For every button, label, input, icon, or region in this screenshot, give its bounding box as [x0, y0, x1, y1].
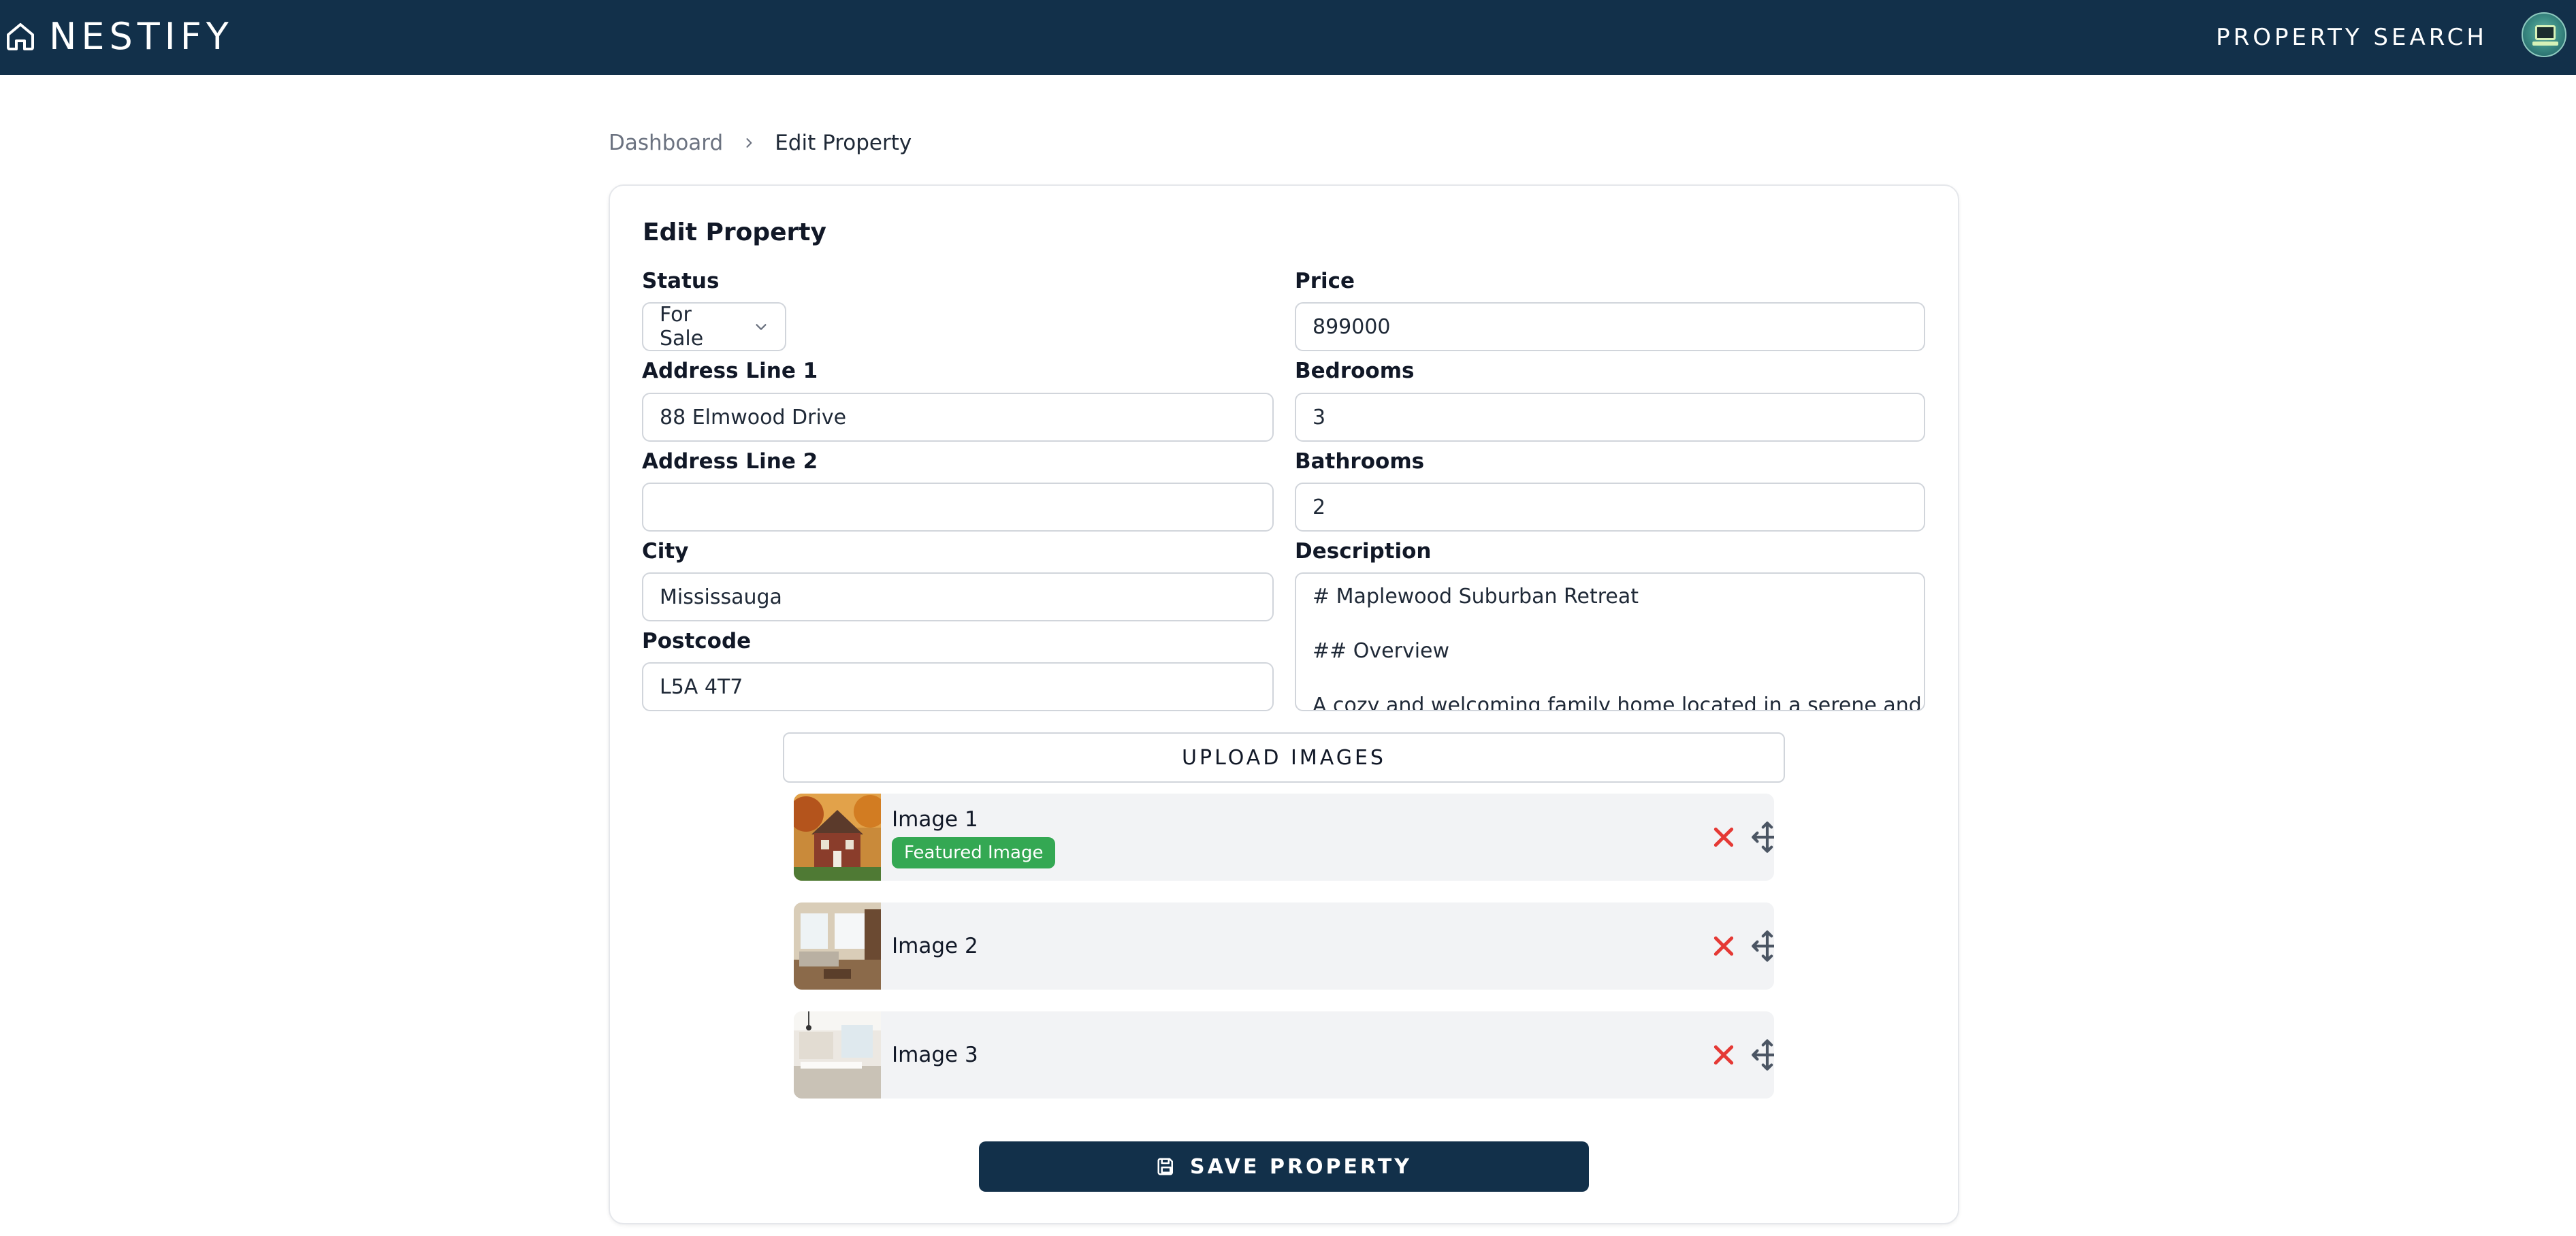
status-value: For Sale	[660, 303, 704, 351]
save-property-button[interactable]: SAVE PROPERTY	[979, 1141, 1589, 1192]
price-label: Price	[1295, 269, 1355, 293]
save-button-label: SAVE PROPERTY	[1190, 1154, 1412, 1179]
page-title: Edit Property	[643, 218, 826, 246]
user-avatar[interactable]	[2522, 12, 2566, 57]
image-title: Image 3	[892, 1043, 978, 1067]
property-kitchen-thumbnail	[794, 1011, 881, 1099]
brand-name: NESTIFY	[49, 15, 234, 58]
address-line-2-input[interactable]	[642, 483, 1274, 532]
featured-image-badge: Featured Image	[892, 837, 1056, 868]
address-line-1-input[interactable]: 88 Elmwood Drive	[642, 393, 1274, 442]
top-navbar: NESTIFY PROPERTY SEARCH	[0, 0, 2576, 75]
bedrooms-label: Bedrooms	[1295, 359, 1415, 383]
home-icon	[7, 23, 34, 50]
remove-image-button[interactable]	[1703, 926, 1744, 966]
postcode-label: Postcode	[642, 629, 752, 653]
move-icon	[1752, 1039, 1774, 1071]
chevron-right-icon	[746, 138, 752, 148]
breadcrumb-dashboard[interactable]: Dashboard	[609, 131, 723, 155]
chevron-down-icon	[756, 324, 767, 330]
drag-handle[interactable]	[1747, 1035, 1774, 1075]
postcode-input[interactable]: L5A 4T7	[642, 662, 1274, 711]
property-exterior-thumbnail	[794, 794, 881, 881]
description-line: ## Overview	[1313, 639, 1450, 663]
price-input[interactable]: 899000	[1295, 302, 1925, 351]
image-list-item: Image 2	[794, 902, 1774, 990]
address-line-1-label: Address Line 1	[642, 359, 818, 383]
description-line: # Maplewood Suburban Retreat	[1313, 585, 1639, 608]
description-label: Description	[1295, 539, 1432, 564]
description-line: A cozy and welcoming family home located…	[1313, 694, 1922, 711]
move-icon	[1752, 930, 1774, 962]
upload-images-button[interactable]: UPLOAD IMAGES	[783, 732, 1785, 783]
image-title: Image 2	[892, 934, 978, 958]
close-icon	[1713, 1045, 1734, 1065]
save-icon	[1157, 1158, 1174, 1175]
close-icon	[1713, 827, 1734, 847]
brand-logo[interactable]: NESTIFY	[4, 15, 234, 59]
nav-property-search[interactable]: PROPERTY SEARCH	[2216, 20, 2488, 54]
bathrooms-label: Bathrooms	[1295, 449, 1425, 474]
avatar-computer-icon	[2535, 25, 2556, 40]
city-input[interactable]: Mississauga	[642, 572, 1274, 621]
remove-image-button[interactable]	[1703, 817, 1744, 858]
description-textarea[interactable]: # Maplewood Suburban Retreat ## Overview…	[1295, 572, 1925, 711]
image-list-item: Image 1 Featured Image	[794, 794, 1774, 881]
bedrooms-input[interactable]: 3	[1295, 393, 1925, 442]
property-living-room-thumbnail	[794, 902, 881, 990]
city-label: City	[642, 539, 689, 564]
breadcrumb: Dashboard Edit Property	[609, 128, 912, 158]
status-select[interactable]: For Sale	[642, 302, 786, 351]
address-line-2-label: Address Line 2	[642, 449, 818, 474]
image-title: Image 1	[892, 807, 978, 832]
bathrooms-input[interactable]: 2	[1295, 483, 1925, 532]
drag-handle[interactable]	[1747, 926, 1774, 966]
image-list-item: Image 3	[794, 1011, 1774, 1099]
close-icon	[1713, 936, 1734, 956]
remove-image-button[interactable]	[1703, 1035, 1744, 1075]
breadcrumb-edit-property: Edit Property	[775, 131, 912, 155]
status-label: Status	[642, 269, 720, 293]
drag-handle[interactable]	[1747, 817, 1774, 858]
move-icon	[1752, 822, 1774, 853]
